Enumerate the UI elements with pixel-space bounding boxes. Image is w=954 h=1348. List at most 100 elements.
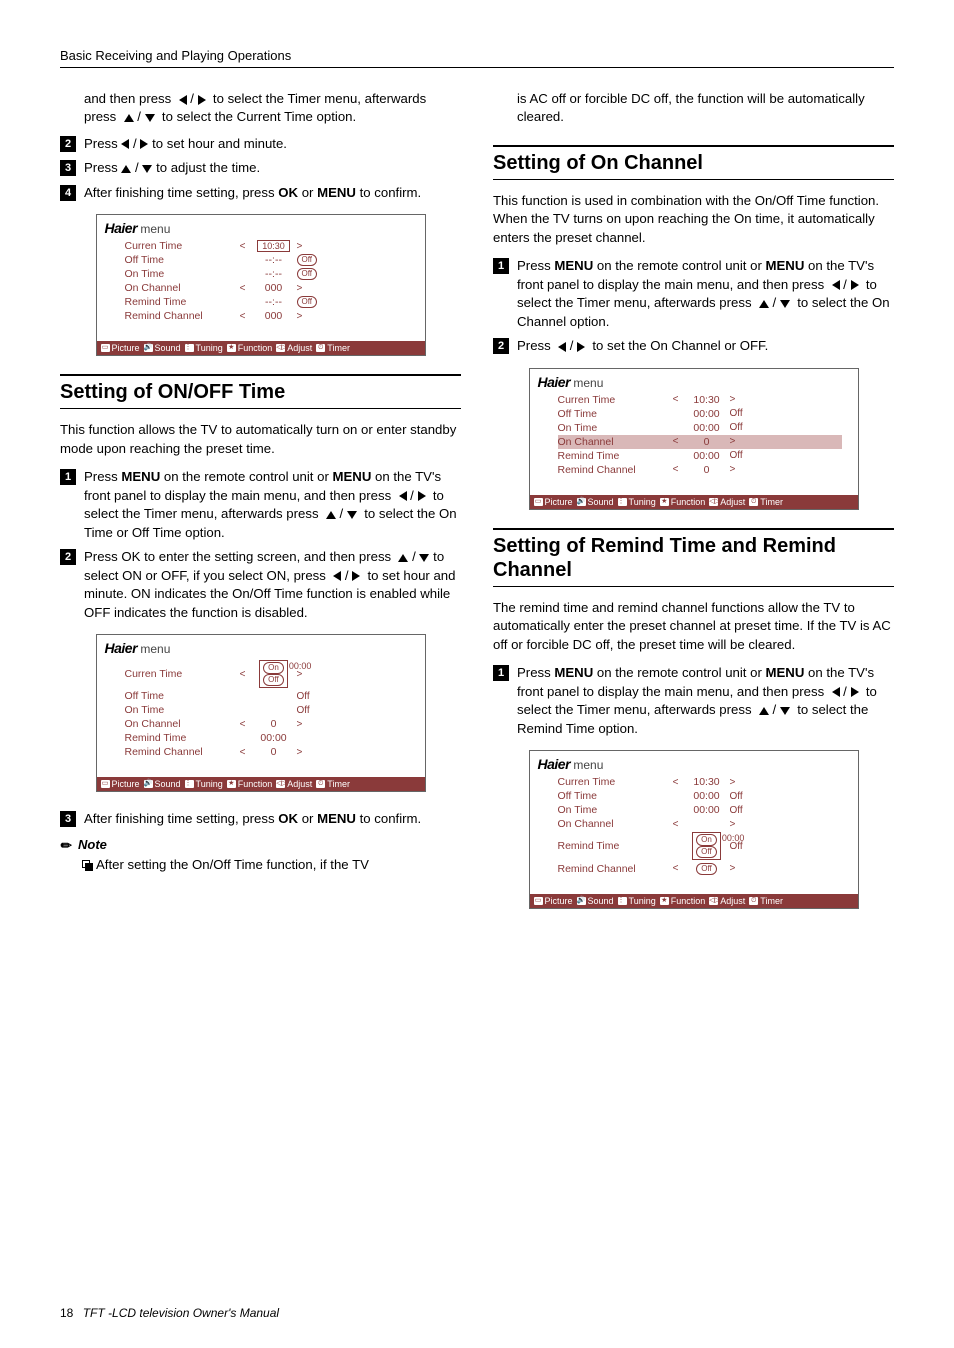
menu-row-value: 0 xyxy=(251,746,297,758)
menu-word: menu xyxy=(140,642,170,656)
triangle-left-icon xyxy=(399,491,407,501)
menu-label: MENU xyxy=(554,258,593,273)
triangle-right-icon xyxy=(140,139,148,149)
arrow-left-icon: < xyxy=(668,464,684,475)
menu-row-label: On Channel xyxy=(125,718,235,730)
menu-footer-icon: ⏱ xyxy=(316,780,325,788)
menu-footer-label: Sound xyxy=(588,896,614,906)
arrow-right-icon: > xyxy=(297,241,337,252)
text: on the remote control unit or xyxy=(597,665,762,680)
text: to set hour and minute. xyxy=(152,136,287,151)
section-title-on-channel: Setting of On Channel xyxy=(493,145,894,180)
arrow-right-icon: Off xyxy=(297,705,337,716)
menu-row-value: 00:00 xyxy=(684,408,730,420)
menu-footer-icon: ⏱ xyxy=(316,344,325,352)
menu-footer-label: Timer xyxy=(760,896,783,906)
menu-footer-icon: ★ xyxy=(227,780,236,788)
arrow-right-icon: Off xyxy=(297,296,337,308)
text: After finishing time setting, press xyxy=(84,811,275,826)
continued-text: is AC off or forcible DC off, the functi… xyxy=(493,90,894,127)
triangle-left-icon xyxy=(832,280,840,290)
menu-label: MENU xyxy=(317,185,356,200)
menu-screenshot-3: Haier menu Curren Time<10:30>Off Time00:… xyxy=(529,368,859,510)
menu-row-label: Remind Time xyxy=(125,732,235,744)
triangle-up-icon xyxy=(759,707,769,715)
menu-footer: ▭Picture🔊Sound⋮⋮Tuning★Function◁▷Adjust⏱… xyxy=(97,777,425,791)
arrow-left-icon: < xyxy=(668,819,684,830)
menu-footer: ▭Picture🔊Sound⋮⋮Tuning★Function◁▷Adjust⏱… xyxy=(97,341,425,355)
menu-header: Haier menu xyxy=(530,369,858,393)
menu-row-value: 000 xyxy=(251,282,297,294)
menu-row-label: Curren Time xyxy=(558,776,668,788)
menu-label: MENU xyxy=(317,811,356,826)
note-heading: ✎ Note xyxy=(60,837,461,852)
triangle-right-icon xyxy=(418,491,426,501)
text: to confirm. xyxy=(360,185,422,200)
menu-row-label: Curren Time xyxy=(125,668,235,680)
step-4: 4 After finishing time setting, press OK… xyxy=(60,184,461,202)
menu-row-label: On Time xyxy=(558,422,668,434)
menu-row-value: 10:30 xyxy=(251,240,297,252)
menu-row-value: 0 xyxy=(251,718,297,730)
arrow-left-icon: < xyxy=(668,436,684,447)
menu-brand: Haier xyxy=(538,374,571,390)
menu-footer-icon: ⏱ xyxy=(749,897,758,905)
menu-footer-label: Function xyxy=(671,896,706,906)
triangle-up-icon xyxy=(759,300,769,308)
triangle-up-icon xyxy=(326,511,336,519)
menu-row-value: 0 xyxy=(684,436,730,448)
menu-footer-icon: 🔊 xyxy=(577,897,586,905)
arrow-right-icon: Off xyxy=(730,408,770,419)
arrow-right-icon: Off xyxy=(297,254,337,266)
menu-row-label: Remind Channel xyxy=(125,310,235,322)
menu-word: menu xyxy=(140,222,170,236)
arrow-right-icon: Off xyxy=(730,805,770,816)
menu-row: On Time00:00Off xyxy=(558,421,842,435)
menu-row: Off Time00:00Off xyxy=(558,789,842,803)
text: Press xyxy=(84,136,118,151)
menu-footer-item: ◁▷Adjust xyxy=(709,896,745,906)
arrow-right-icon: > xyxy=(730,394,770,405)
menu-row-value: --:-- xyxy=(251,296,297,308)
arrow-right-icon: Off xyxy=(730,422,770,433)
menu-footer-label: Tuning xyxy=(629,896,656,906)
triangle-right-icon xyxy=(851,687,859,697)
menu-brand: Haier xyxy=(105,220,138,236)
arrow-left-icon: < xyxy=(235,283,251,294)
text: Press xyxy=(517,338,551,353)
ok-label: OK xyxy=(278,811,298,826)
menu-footer-label: Adjust xyxy=(720,497,745,507)
arrow-left-icon: < xyxy=(235,241,251,252)
step-1: 1 Press MENU on the remote control unit … xyxy=(493,257,894,331)
arrow-left-icon: < xyxy=(668,777,684,788)
menu-footer-icon: ★ xyxy=(227,344,236,352)
menu-row-label: Curren Time xyxy=(558,394,668,406)
menu-footer-label: Adjust xyxy=(287,343,312,353)
menu-footer-label: Function xyxy=(238,343,273,353)
triangle-right-icon xyxy=(577,342,585,352)
menu-row: On Channel<0> xyxy=(125,717,409,731)
menu-row-value: --:-- xyxy=(251,268,297,280)
menu-footer-icon: ★ xyxy=(660,498,669,506)
menu-footer-icon: ★ xyxy=(660,897,669,905)
menu-footer-icon: ⋮⋮ xyxy=(618,498,627,506)
arrow-right-icon: Off xyxy=(297,268,337,280)
text: on the remote control unit or xyxy=(164,469,329,484)
step-number-icon: 1 xyxy=(493,258,509,274)
menu-footer-icon: ⋮⋮ xyxy=(185,780,194,788)
menu-rows: Curren Time<10:30>Off Time--:--OffOn Tim… xyxy=(97,239,425,341)
step-2: 2 Press OK to enter the setting screen, … xyxy=(60,548,461,622)
menu-footer-label: Adjust xyxy=(720,896,745,906)
menu-footer-label: Picture xyxy=(112,343,140,353)
menu-row-value: 10:30 xyxy=(684,394,730,406)
step-1: 1 Press MENU on the remote control unit … xyxy=(60,468,461,542)
menu-footer-item: ▭Picture xyxy=(534,497,573,507)
menu-row-value: 10:30 xyxy=(684,776,730,788)
menu-footer-icon: ◁▷ xyxy=(709,498,718,506)
menu-footer-label: Picture xyxy=(545,896,573,906)
menu-footer-icon: ⋮⋮ xyxy=(185,344,194,352)
menu-row: Remind Time00:00Off xyxy=(558,449,842,463)
menu-row-label: Remind Channel xyxy=(558,863,668,875)
text: to adjust the time. xyxy=(156,160,260,175)
page-header: Basic Receiving and Playing Operations xyxy=(60,48,894,68)
